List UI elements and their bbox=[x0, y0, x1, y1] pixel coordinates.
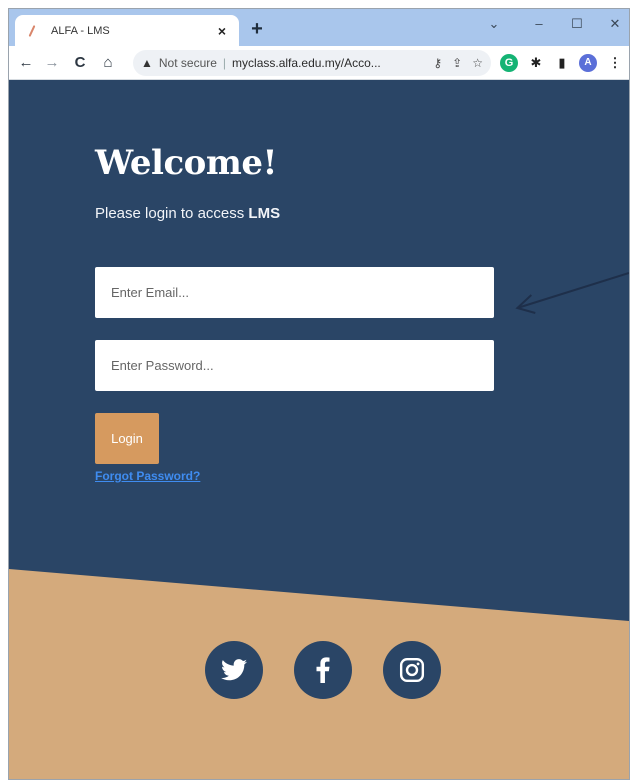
home-icon[interactable]: ⌂ bbox=[97, 52, 119, 74]
maximize-button[interactable]: ☐ bbox=[565, 16, 589, 32]
page-title: Welcome! bbox=[95, 143, 277, 183]
forward-arrow-icon[interactable]: → bbox=[41, 52, 63, 74]
facebook-button[interactable] bbox=[294, 641, 352, 699]
close-window-button[interactable]: ✕ bbox=[603, 16, 627, 32]
page-subtitle: Please login to access LMS bbox=[95, 205, 280, 222]
close-tab-icon[interactable]: × bbox=[215, 23, 229, 39]
minimize-button[interactable]: – bbox=[527, 16, 551, 31]
subtitle-emphasis: LMS bbox=[248, 205, 281, 222]
side-panel-icon[interactable]: ▮ bbox=[553, 54, 571, 72]
browser-toolbar: ← → C ⌂ ▲ Not secure | myclass.alfa.edu.… bbox=[9, 46, 629, 80]
address-bar[interactable]: ▲ Not secure | myclass.alfa.edu.my/Acco.… bbox=[133, 50, 491, 76]
key-icon[interactable]: ⚷ bbox=[433, 56, 442, 70]
tab-title: ALFA - LMS bbox=[51, 24, 110, 37]
instagram-button[interactable] bbox=[383, 641, 441, 699]
subtitle-text: Please login to access bbox=[95, 205, 249, 222]
tab-alfa-lms[interactable]: ALFA - LMS × bbox=[15, 15, 239, 46]
password-field[interactable] bbox=[95, 340, 494, 391]
annotation-arrow bbox=[517, 272, 629, 309]
login-button[interactable]: Login bbox=[95, 413, 159, 464]
favicon-icon bbox=[25, 24, 39, 38]
forgot-password-link[interactable]: Forgot Password? bbox=[95, 469, 200, 483]
instagram-icon bbox=[399, 657, 425, 683]
tab-search-icon[interactable]: ⌄ bbox=[482, 16, 506, 32]
extensions-puzzle-icon[interactable]: ✱ bbox=[527, 54, 545, 72]
back-arrow-icon[interactable]: ← bbox=[15, 52, 37, 74]
url-text[interactable]: myclass.alfa.edu.my/Acco... bbox=[232, 56, 423, 70]
address-separator: | bbox=[222, 56, 227, 70]
login-page: Welcome! Please login to access LMS Logi… bbox=[9, 81, 629, 779]
grammarly-extension-icon[interactable]: G bbox=[500, 54, 518, 72]
warning-icon[interactable]: ▲ bbox=[141, 56, 153, 70]
star-icon[interactable]: ☆ bbox=[472, 56, 483, 70]
facebook-icon bbox=[316, 657, 330, 683]
email-field[interactable] bbox=[95, 267, 494, 318]
profile-avatar[interactable]: A bbox=[579, 54, 597, 72]
new-tab-button[interactable]: + bbox=[245, 18, 269, 40]
browser-window: ALFA - LMS × + ⌄ – ☐ ✕ ← → C ⌂ ▲ Not sec… bbox=[8, 8, 630, 780]
reload-icon[interactable]: C bbox=[69, 52, 91, 74]
kebab-menu-icon[interactable]: ⋮ bbox=[606, 54, 624, 72]
twitter-button[interactable] bbox=[205, 641, 263, 699]
tab-strip: ALFA - LMS × + ⌄ – ☐ ✕ bbox=[9, 9, 629, 46]
not-secure-label[interactable]: Not secure bbox=[159, 56, 217, 70]
share-icon[interactable]: ⇪ bbox=[452, 56, 462, 70]
twitter-icon bbox=[221, 659, 247, 681]
